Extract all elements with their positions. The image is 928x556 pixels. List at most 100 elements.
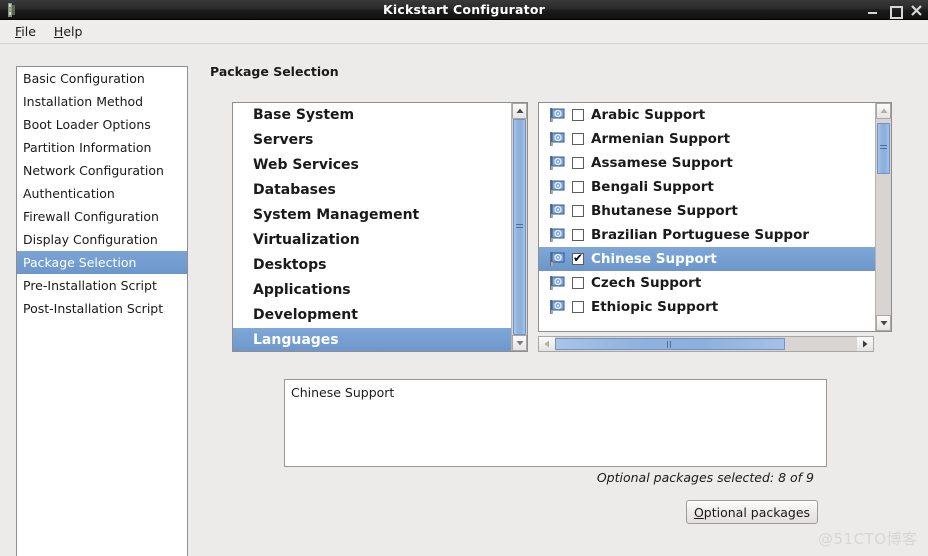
group-item-development[interactable]: Development	[233, 303, 511, 328]
menu-item-file[interactable]: File	[6, 22, 45, 41]
sidebar-item-pre-installation-script[interactable]: Pre-Installation Script	[17, 274, 187, 297]
hscroll-thumb[interactable]	[555, 338, 785, 350]
sidebar-item-label: Firewall Configuration	[23, 209, 159, 224]
sidebar-item-label: Pre-Installation Script	[23, 278, 157, 293]
package-item-label: Ethiopic Support	[591, 299, 719, 315]
group-item-label: Base System	[253, 107, 355, 123]
group-item-virtualization[interactable]: Virtualization	[233, 228, 511, 253]
package-checkbox[interactable]	[572, 251, 584, 265]
scroll-up-icon[interactable]	[512, 103, 527, 119]
package-item-label: Chinese Support	[591, 251, 717, 267]
scroll-left-icon[interactable]	[539, 337, 555, 351]
package-item[interactable]: Ethiopic Support	[539, 295, 875, 319]
scroll-down-icon[interactable]	[876, 315, 891, 331]
group-item-databases[interactable]: Databases	[233, 178, 511, 203]
flag-icon	[549, 155, 567, 171]
menu-file-rest: ile	[21, 24, 36, 39]
sidebar-item-partition-information[interactable]: Partition Information	[17, 136, 187, 159]
hscroll-track[interactable]	[555, 337, 857, 351]
sidebar-item-basic-configuration[interactable]: Basic Configuration	[17, 67, 187, 90]
group-item-desktops[interactable]: Desktops	[233, 253, 511, 278]
group-item-label: Databases	[253, 182, 336, 198]
sidebar-item-label: Authentication	[23, 186, 115, 201]
group-list-vertical-scrollbar[interactable]	[511, 103, 527, 351]
sidebar-item-label: Boot Loader Options	[23, 117, 151, 132]
package-checkbox[interactable]	[572, 181, 584, 193]
group-item-languages[interactable]: Languages	[233, 328, 511, 351]
optional-button-rest: ptional packages	[703, 504, 811, 520]
package-item[interactable]: Armenian Support	[539, 127, 875, 151]
package-item-label: Brazilian Portuguese Suppor	[591, 227, 810, 243]
package-item[interactable]: Bengali Support	[539, 175, 875, 199]
package-scroll-track[interactable]	[876, 119, 891, 315]
package-item[interactable]: Bhutanese Support	[539, 199, 875, 223]
sidebar-item-label: Post-Installation Script	[23, 301, 164, 316]
scroll-grip-icon	[880, 145, 887, 152]
package-checkbox[interactable]	[572, 205, 584, 217]
scroll-down-icon[interactable]	[512, 335, 527, 351]
group-item-label: Servers	[253, 132, 314, 148]
package-list-horizontal-scrollbar[interactable]	[538, 336, 874, 352]
sidebar-item-label: Installation Method	[23, 94, 144, 109]
package-list[interactable]: Arabic Support Armenian Support Assamese S…	[539, 103, 875, 331]
sidebar-item-package-selection[interactable]: Package Selection	[17, 251, 187, 274]
page-title: Package Selection	[210, 64, 339, 79]
package-item[interactable]: Czech Support	[539, 271, 875, 295]
package-item[interactable]: Assamese Support	[539, 151, 875, 175]
package-list-vertical-scrollbar[interactable]	[875, 103, 891, 331]
group-scroll-thumb[interactable]	[513, 119, 526, 335]
package-checkbox[interactable]	[572, 277, 584, 289]
package-scroll-thumb[interactable]	[877, 122, 890, 174]
group-item-label: Virtualization	[253, 232, 360, 248]
group-item-system-management[interactable]: System Management	[233, 203, 511, 228]
scroll-up-icon[interactable]	[876, 103, 891, 119]
optional-packages-button[interactable]: Optional packages	[686, 500, 818, 524]
menu-item-help[interactable]: Help	[45, 22, 92, 41]
title-bar: Kickstart Configurator	[0, 0, 928, 20]
flag-icon	[549, 275, 567, 291]
sidebar-item-display-configuration[interactable]: Display Configuration	[17, 228, 187, 251]
optional-packages-button-label: Optional packages	[693, 504, 811, 520]
package-checkbox[interactable]	[572, 229, 584, 241]
sidebar-item-label: Display Configuration	[23, 232, 158, 247]
group-item-label: Web Services	[253, 157, 359, 173]
group-item-servers[interactable]: Servers	[233, 128, 511, 153]
scroll-right-icon[interactable]	[857, 337, 873, 351]
sidebar-item-installation-method[interactable]: Installation Method	[17, 90, 187, 113]
package-group-list[interactable]: Base System Servers Web Services Databases S…	[233, 103, 511, 351]
package-item[interactable]: Brazilian Portuguese Suppor	[539, 223, 875, 247]
package-checkbox[interactable]	[572, 157, 584, 169]
group-item-base-system[interactable]: Base System	[233, 103, 511, 128]
sidebar-item-network-configuration[interactable]: Network Configuration	[17, 159, 187, 182]
close-icon[interactable]	[911, 4, 922, 16]
package-item[interactable]: Chinese Support	[539, 247, 875, 271]
group-item-applications[interactable]: Applications	[233, 278, 511, 303]
scroll-grip-icon	[666, 340, 673, 348]
sidebar-item-label: Partition Information	[23, 140, 152, 155]
flag-icon	[549, 179, 567, 195]
package-item-label: Assamese Support	[591, 155, 733, 171]
package-checkbox[interactable]	[572, 301, 584, 313]
package-item-label: Bhutanese Support	[591, 203, 738, 219]
group-item-web-services[interactable]: Web Services	[233, 153, 511, 178]
window-title: Kickstart Configurator	[383, 1, 545, 17]
package-item-label: Czech Support	[591, 275, 702, 291]
minimize-icon[interactable]	[867, 5, 878, 16]
sidebar-item-label: Package Selection	[23, 255, 137, 270]
sidebar-item-post-installation-script[interactable]: Post-Installation Script	[17, 297, 187, 320]
package-item[interactable]: Arabic Support	[539, 103, 875, 127]
flag-icon	[549, 203, 567, 219]
package-list-frame: Arabic Support Armenian Support Assamese S…	[538, 102, 892, 332]
group-scroll-track[interactable]	[512, 119, 527, 335]
sidebar-item-boot-loader-options[interactable]: Boot Loader Options	[17, 113, 187, 136]
group-item-label: Development	[253, 307, 358, 323]
package-checkbox[interactable]	[572, 133, 584, 145]
group-item-label: Applications	[253, 282, 351, 298]
sidebar-item-authentication[interactable]: Authentication	[17, 182, 187, 205]
sidebar-list[interactable]: Basic Configuration Installation Method Bo…	[16, 66, 188, 556]
package-checkbox[interactable]	[572, 109, 584, 121]
sidebar-item-firewall-configuration[interactable]: Firewall Configuration	[17, 205, 187, 228]
package-group-list-frame: Base System Servers Web Services Databases S…	[232, 102, 528, 352]
maximize-icon[interactable]	[889, 5, 903, 19]
package-item-label: Armenian Support	[591, 131, 731, 147]
